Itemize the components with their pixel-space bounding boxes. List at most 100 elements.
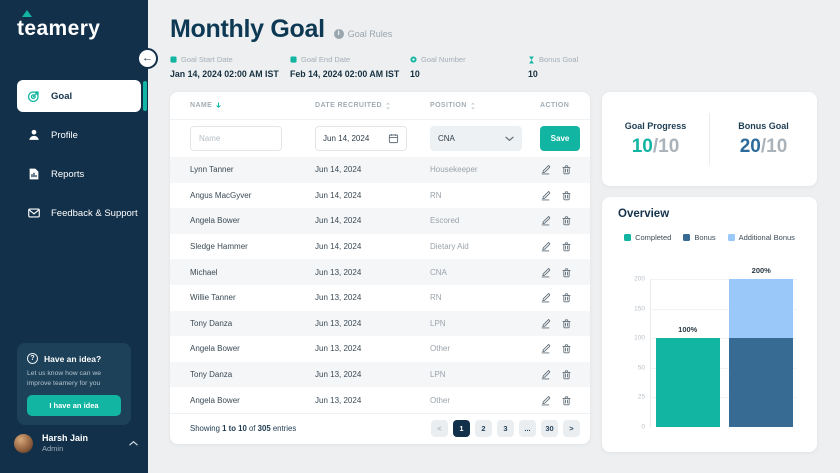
progress-card: Goal Progress 10/10 Bonus Goal 20/10 — [602, 92, 817, 186]
y-tick-label: 50 — [638, 364, 645, 371]
delete-button[interactable] — [561, 241, 572, 252]
edit-icon — [540, 190, 551, 201]
showing-entries: Showing 1 to 10 of 305 entries — [190, 424, 296, 433]
goal-rules-label: Goal Rules — [348, 29, 393, 39]
user-menu[interactable]: Harsh Jain Admin — [14, 433, 138, 453]
pagination-page-1[interactable]: 1 — [453, 420, 470, 437]
y-tick-label: 100 — [634, 335, 645, 342]
sidebar-item-feedback[interactable]: Feedback & Support — [17, 197, 141, 229]
sidebar-collapse-button[interactable]: ← — [137, 48, 158, 69]
delete-button[interactable] — [561, 267, 572, 278]
delete-icon — [561, 267, 572, 278]
delete-button[interactable] — [561, 369, 572, 380]
cell-date-recruited: Jun 14, 2024 — [315, 165, 430, 174]
pagination-ellipsis[interactable]: ... — [519, 420, 536, 437]
cell-name: Angela Bower — [190, 216, 315, 225]
sidebar: teamery ← GoalProfileReportsFeedback & S… — [0, 0, 148, 473]
delete-button[interactable] — [561, 343, 572, 354]
table-row: Sledge HammerJun 14, 2024Dietary Aid — [170, 234, 590, 260]
legend-label: Additional Bonus — [739, 233, 795, 242]
goal-number-icon — [410, 56, 417, 63]
goal-stats: Goal Start DateJan 14, 2024 02:00 AM IST… — [170, 55, 817, 79]
pagination-page-30[interactable]: 30 — [541, 420, 558, 437]
avatar — [14, 434, 33, 453]
mail-icon — [27, 206, 41, 220]
table-row: Tony DanzaJun 13, 2024LPN — [170, 362, 590, 388]
arrow-left-icon: ← — [142, 53, 153, 64]
bonus-goal-icon — [528, 56, 535, 64]
delete-button[interactable] — [561, 292, 572, 303]
cell-name: Tony Danza — [190, 370, 315, 379]
cell-name: Angela Bower — [190, 396, 315, 405]
edit-button[interactable] — [540, 241, 551, 252]
delete-button[interactable] — [561, 215, 572, 226]
delete-button[interactable] — [561, 190, 572, 201]
table-header-row: NAME DATE RECRUITEDPOSITIONACTION — [170, 92, 590, 120]
edit-button[interactable] — [540, 343, 551, 354]
edit-icon — [540, 395, 551, 406]
cell-actions — [540, 318, 580, 329]
delete-icon — [561, 343, 572, 354]
right-column: Goal Progress 10/10 Bonus Goal 20/10 — [602, 92, 817, 452]
table-row: Angus MacGyverJun 14, 2024RN — [170, 183, 590, 209]
cell-position: LPN — [430, 319, 540, 328]
legend-item-additional-bonus: Additional Bonus — [728, 233, 795, 242]
legend-item-bonus: Bonus — [683, 233, 715, 242]
chevron-up-icon[interactable] — [129, 440, 138, 446]
delete-icon — [561, 190, 572, 201]
edit-button[interactable] — [540, 292, 551, 303]
date-filter-value: Jun 14, 2024 — [323, 134, 369, 143]
goal-rules[interactable]: i Goal Rules — [334, 29, 393, 39]
edit-button[interactable] — [540, 164, 551, 175]
cell-position: Escored — [430, 216, 540, 225]
edit-button[interactable] — [540, 369, 551, 380]
pagination-page-2[interactable]: 2 — [475, 420, 492, 437]
pagination-page-3[interactable]: 3 — [497, 420, 514, 437]
bar-chart: 02550100150200100%200% — [650, 279, 797, 427]
stat-label: Goal End Date — [301, 55, 350, 64]
content-row: NAME DATE RECRUITEDPOSITIONACTION Jun 14,… — [170, 92, 817, 452]
pagination-next[interactable]: > — [563, 420, 580, 437]
pagination-prev[interactable]: < — [431, 420, 448, 437]
column-label: NAME — [190, 102, 212, 109]
column-header-date-recruited[interactable]: DATE RECRUITED — [315, 102, 430, 110]
idea-card-title: Have an idea? — [44, 354, 101, 364]
column-header-name[interactable]: NAME — [190, 102, 315, 109]
bar-segment-additional-bonus — [729, 279, 793, 338]
cell-actions — [540, 215, 580, 226]
column-label: ACTION — [540, 102, 569, 109]
position-select[interactable]: CNA — [430, 126, 522, 151]
edit-icon — [540, 369, 551, 380]
table-row: Angela BowerJun 13, 2024Other — [170, 336, 590, 362]
edit-button[interactable] — [540, 318, 551, 329]
delete-button[interactable] — [561, 318, 572, 329]
sidebar-item-goal[interactable]: Goal — [17, 80, 141, 112]
edit-button[interactable] — [540, 215, 551, 226]
delete-icon — [561, 395, 572, 406]
cell-actions — [540, 395, 580, 406]
app: teamery ← GoalProfileReportsFeedback & S… — [0, 0, 840, 473]
name-filter-input[interactable] — [190, 126, 282, 151]
calendar-square-icon — [290, 56, 297, 63]
column-header-action: ACTION — [540, 102, 580, 109]
date-filter-input[interactable]: Jun 14, 2024 — [315, 126, 407, 151]
cell-position: RN — [430, 191, 540, 200]
stat-value: Jan 14, 2024 02:00 AM IST — [170, 69, 290, 79]
edit-icon — [540, 318, 551, 329]
delete-icon — [561, 369, 572, 380]
bar-segment-bonus — [729, 338, 793, 427]
legend-swatch — [683, 234, 690, 241]
column-header-position[interactable]: POSITION — [430, 102, 540, 110]
goal-target-icon — [27, 89, 41, 103]
delete-button[interactable] — [561, 395, 572, 406]
cell-date-recruited: Jun 13, 2024 — [315, 344, 430, 353]
sidebar-item-reports[interactable]: Reports — [17, 158, 141, 190]
question-icon: ? — [27, 353, 38, 364]
edit-button[interactable] — [540, 190, 551, 201]
edit-button[interactable] — [540, 395, 551, 406]
sidebar-item-profile[interactable]: Profile — [17, 119, 141, 151]
delete-button[interactable] — [561, 164, 572, 175]
save-button[interactable]: Save — [540, 126, 580, 151]
idea-button[interactable]: I have an idea — [27, 395, 121, 416]
edit-button[interactable] — [540, 267, 551, 278]
